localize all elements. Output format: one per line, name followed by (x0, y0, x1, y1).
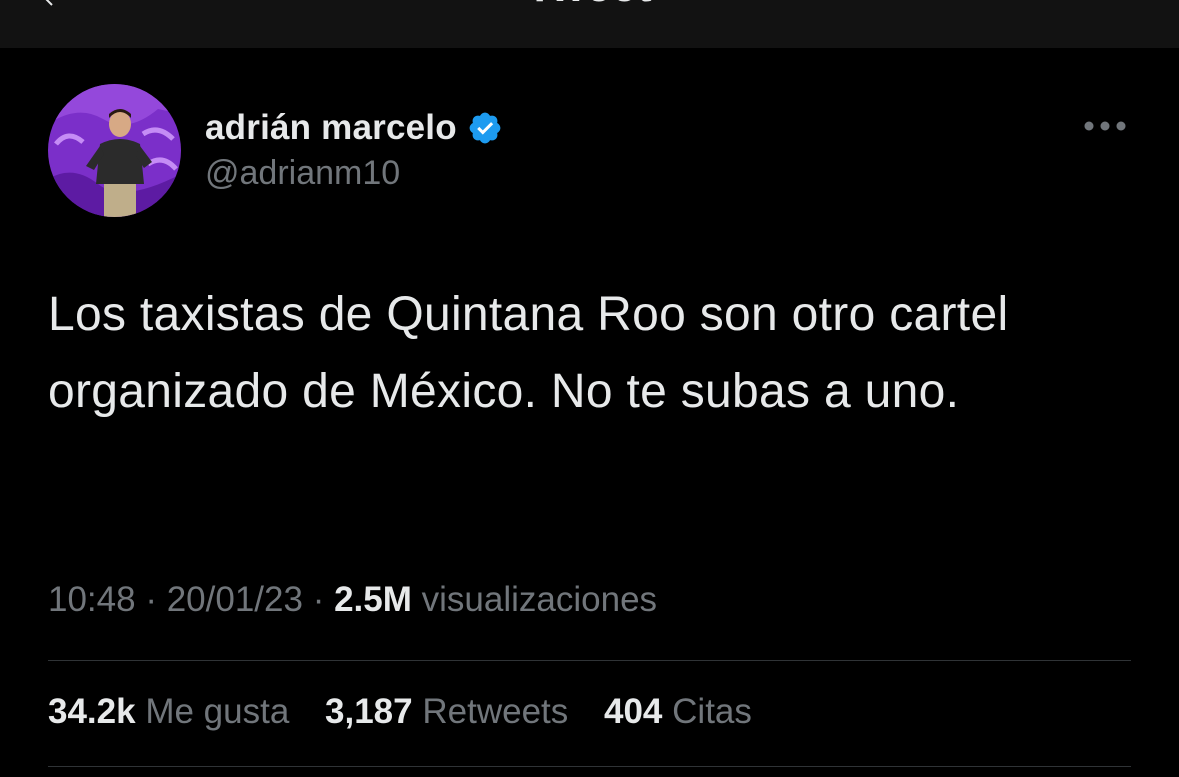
avatar-image (48, 84, 181, 217)
avatar[interactable] (48, 84, 181, 217)
retweets-stat[interactable]: 3,187 Retweets (325, 692, 578, 731)
verified-badge-icon (469, 112, 501, 144)
tweet-date[interactable]: 20/01/23 (167, 580, 303, 619)
tweet-meta: 10:48 · 20/01/23 · 2.5M visualizaciones (48, 580, 657, 620)
views-label[interactable]: visualizaciones (422, 580, 657, 619)
author-display-name[interactable]: adrián marcelo (205, 108, 457, 148)
top-bar: Tweet (0, 0, 1179, 48)
author-handle[interactable]: @adrianm10 (205, 154, 400, 193)
divider (48, 766, 1131, 767)
retweets-count: 3,187 (325, 692, 413, 731)
divider (48, 660, 1131, 661)
likes-label: Me gusta (145, 692, 290, 731)
views-count[interactable]: 2.5M (334, 580, 412, 619)
tweet-text: Los taxistas de Quintana Roo son otro ca… (48, 288, 1009, 418)
tweet-stats: 34.2k Me gusta 3,187 Retweets 404 Citas (48, 692, 778, 732)
author-name-row[interactable]: adrián marcelo (205, 106, 503, 150)
quotes-stat[interactable]: 404 Citas (604, 692, 752, 731)
meta-separator: · (145, 580, 157, 619)
retweets-label: Retweets (422, 692, 569, 731)
meta-separator: · (312, 580, 325, 619)
more-horizontal-icon[interactable] (1080, 112, 1130, 140)
quotes-count: 404 (604, 692, 663, 731)
tweet-time[interactable]: 10:48 (48, 580, 136, 619)
quotes-label: Citas (672, 692, 752, 731)
likes-stat[interactable]: 34.2k Me gusta (48, 692, 299, 731)
likes-count: 34.2k (48, 692, 136, 731)
page-title: Tweet (0, 0, 1179, 12)
